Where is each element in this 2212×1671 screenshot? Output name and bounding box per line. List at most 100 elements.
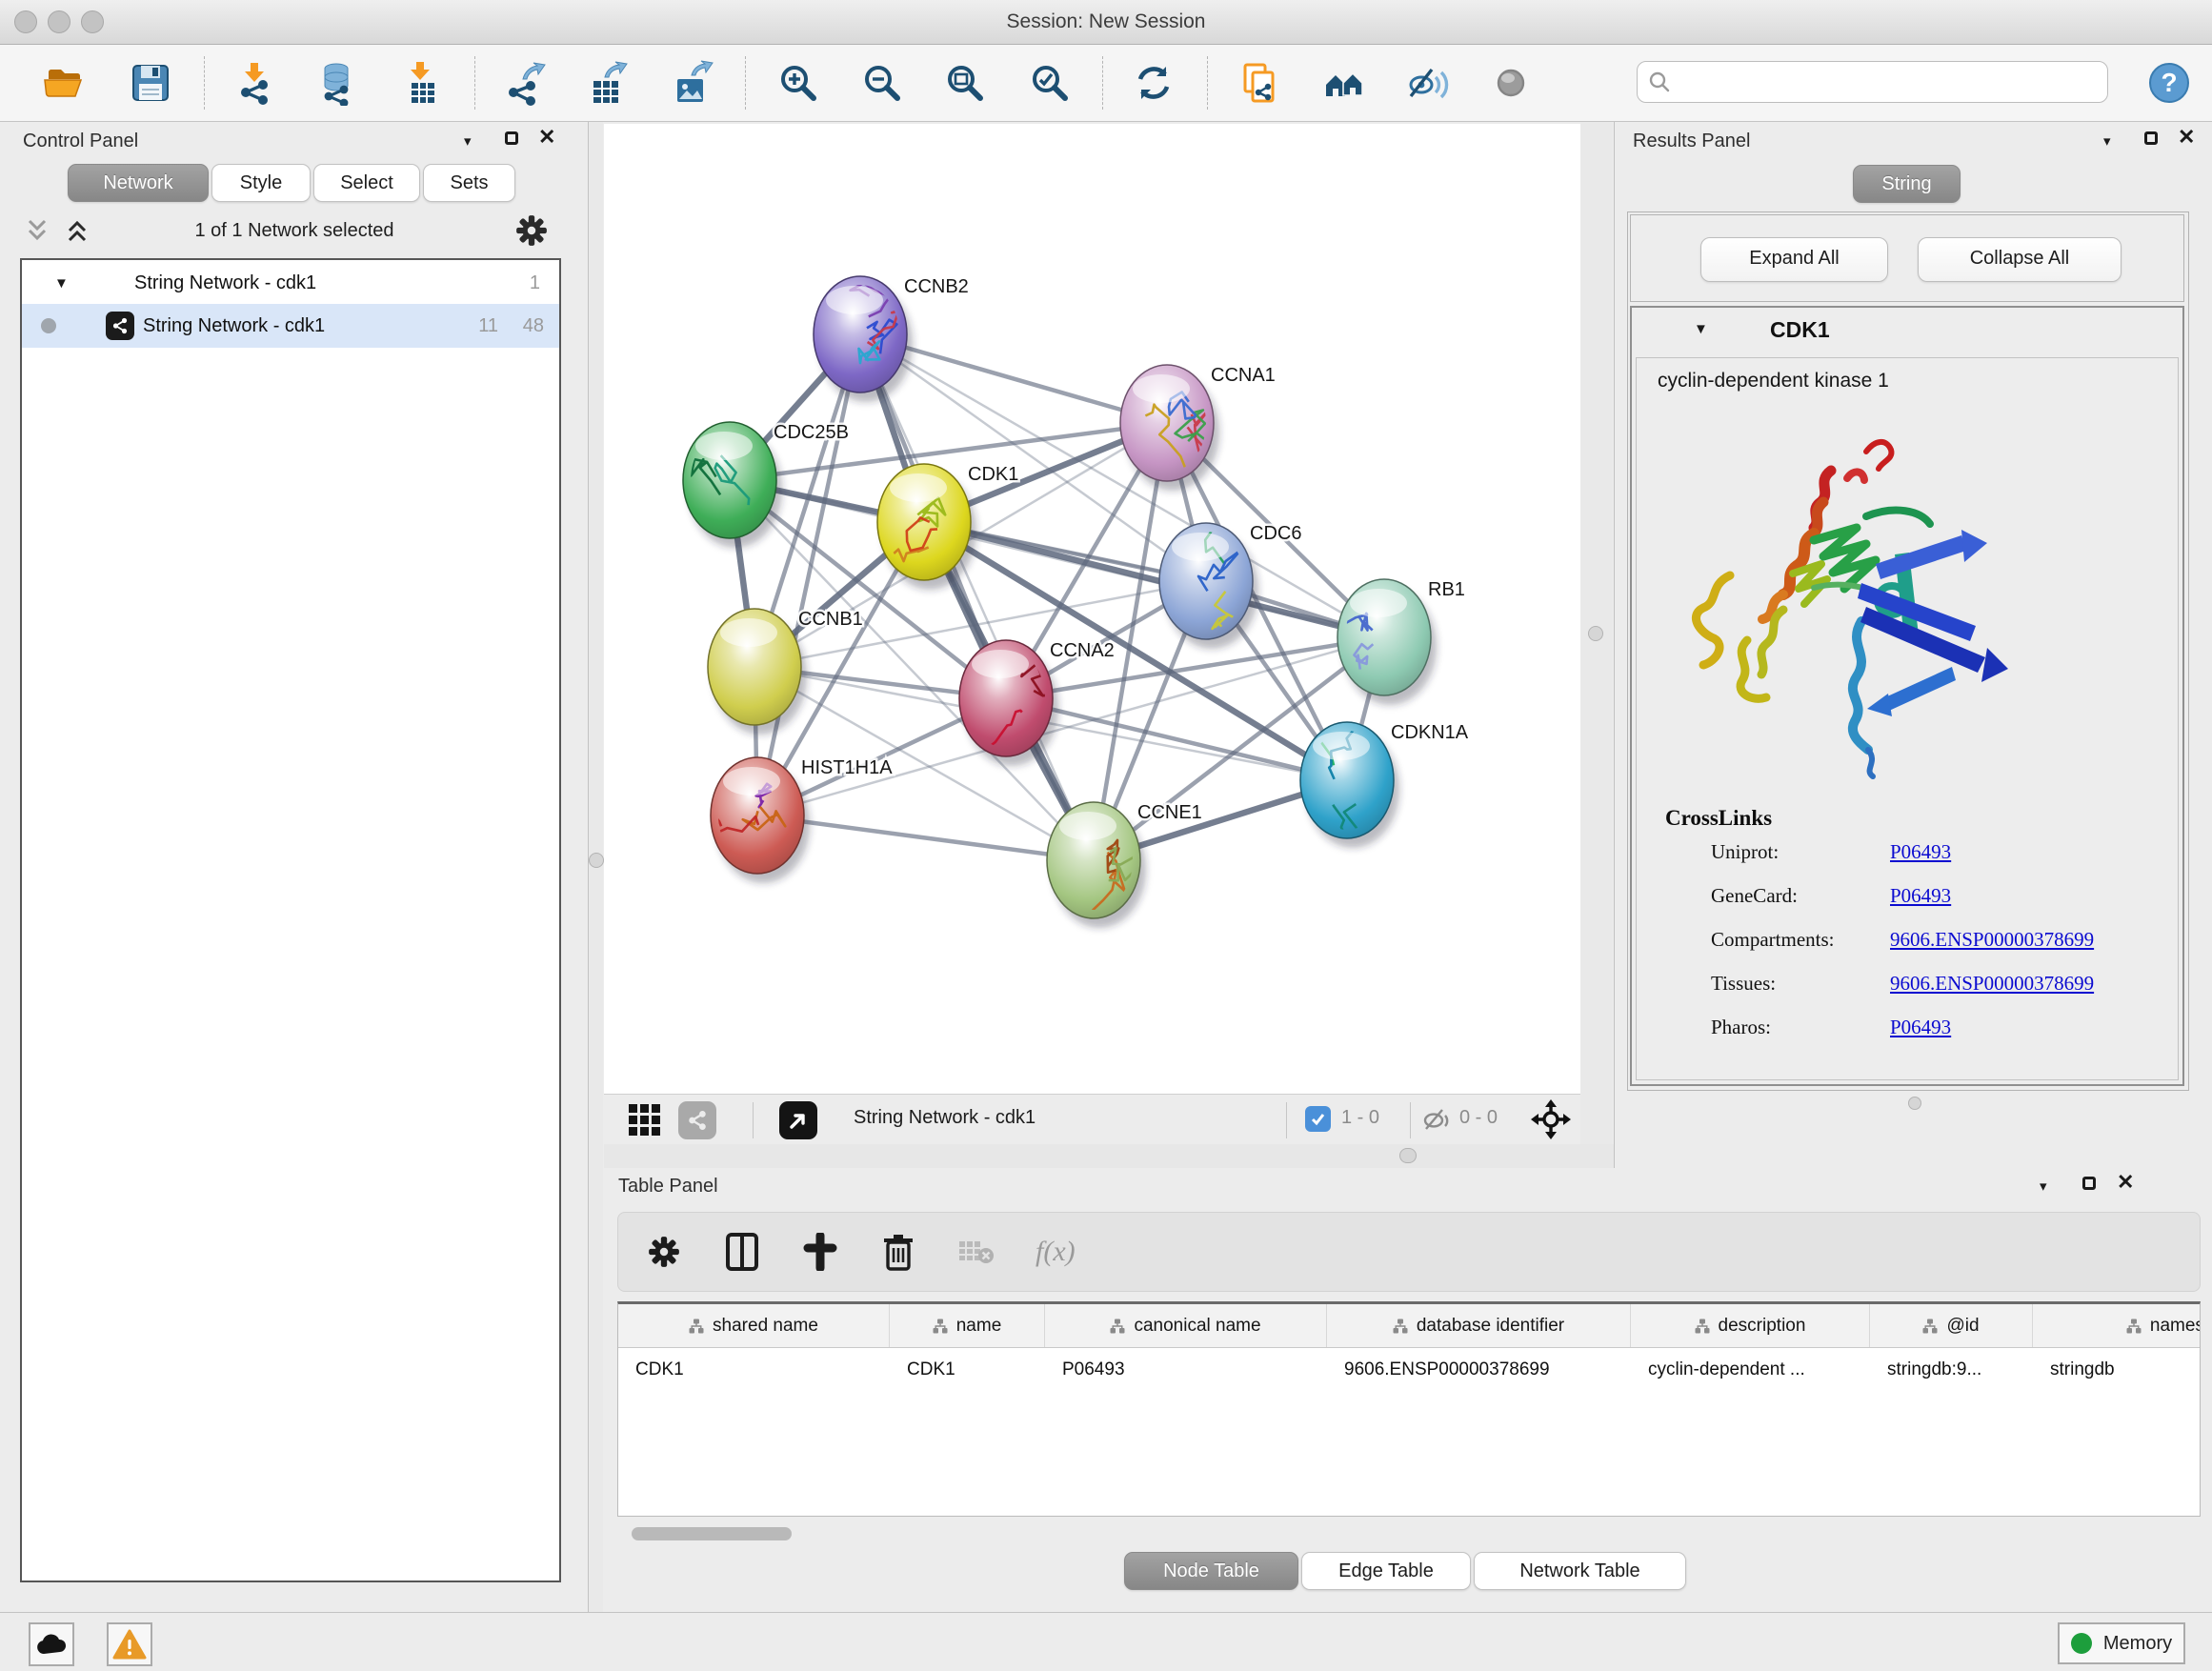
import-table-button[interactable]	[398, 58, 448, 108]
splitter-grip[interactable]	[1399, 1148, 1417, 1163]
panel-menu-icon[interactable]: ▾	[2040, 1178, 2047, 1195]
hidden-items-icon[interactable]	[1421, 1105, 1452, 1138]
edge-CCNB2-CCNE1[interactable]	[860, 334, 1094, 860]
hide-graphics-button[interactable]	[1486, 58, 1536, 108]
tab-select[interactable]: Select	[313, 164, 420, 202]
float-panel-icon[interactable]	[2082, 1177, 2096, 1190]
splitter-grip[interactable]	[1588, 626, 1603, 641]
crosslink-link[interactable]: P06493	[1890, 884, 1951, 908]
clone-network-button[interactable]	[1235, 58, 1284, 108]
export-table-button[interactable]	[582, 58, 632, 108]
title-bar: Session: New Session	[0, 0, 2212, 45]
eye-waves-icon	[1405, 60, 1451, 106]
cloud-status-button[interactable]	[29, 1622, 74, 1666]
column-header-namespace[interactable]: namespace	[2033, 1304, 2201, 1347]
network-view-canvas[interactable]: CCNB2CCNA1CDC25BCDK1CDC6RB1CCNB1CCNA2CDK…	[604, 124, 1580, 1094]
tab-network-table[interactable]: Network Table	[1474, 1552, 1686, 1590]
tab-sets[interactable]: Sets	[423, 164, 515, 202]
column-header-id[interactable]: @id	[1870, 1304, 2033, 1347]
show-columns-icon[interactable]	[723, 1233, 761, 1271]
zoom-selected-button[interactable]	[1025, 58, 1075, 108]
string-network-graph[interactable]: CCNB2CCNA1CDC25BCDK1CDC6RB1CCNB1CCNA2CDK…	[604, 124, 1580, 1094]
import-network-file-button[interactable]	[232, 58, 282, 108]
panel-menu-icon[interactable]: ▾	[2103, 132, 2111, 150]
column-header-shared-name[interactable]: shared name	[618, 1304, 890, 1347]
search-field[interactable]	[1637, 61, 2108, 103]
column-header-description[interactable]: description	[1631, 1304, 1870, 1347]
open-in-window-icon[interactable]	[779, 1101, 817, 1139]
zoom-out-button[interactable]	[857, 58, 907, 108]
float-panel-icon[interactable]	[2144, 131, 2158, 145]
collapse-all-button[interactable]: Collapse All	[1918, 237, 2122, 282]
edge-CCNB2-HIST1H1A[interactable]	[757, 334, 860, 815]
collapse-section-icon[interactable]: ▼	[1694, 321, 1708, 337]
search-icon	[1647, 70, 1672, 94]
tab-network[interactable]: Network	[68, 164, 209, 202]
column-header-database-identifier[interactable]: database identifier	[1327, 1304, 1631, 1347]
node-CDKN1A[interactable]	[1285, 718, 1399, 849]
collection-expand-icon[interactable]: ▼	[54, 275, 69, 292]
add-column-icon[interactable]	[801, 1233, 839, 1271]
memory-button[interactable]: Memory	[2058, 1622, 2185, 1664]
splitter-grip[interactable]	[589, 853, 604, 868]
close-panel-icon[interactable]: ✕	[2178, 128, 2195, 147]
first-neighbors-button[interactable]	[1319, 58, 1369, 108]
export-image-button[interactable]	[667, 58, 716, 108]
function-builder-button[interactable]: f(x)	[1036, 1233, 1076, 1271]
node-CDK1[interactable]	[871, 464, 977, 590]
table-settings-gear-icon[interactable]	[645, 1233, 683, 1271]
node-RB1[interactable]	[1337, 579, 1437, 705]
hidden-node-edge-counts: 0 - 0	[1459, 1107, 1498, 1129]
node-CCNA2[interactable]	[953, 640, 1058, 768]
show-graphics-details-button[interactable]	[1403, 58, 1453, 108]
scrollbar-thumb[interactable]	[632, 1527, 792, 1540]
import-network-database-button[interactable]	[313, 58, 363, 108]
crosslink-link[interactable]: P06493	[1890, 840, 1951, 864]
string-tab-icon[interactable]	[678, 1101, 716, 1139]
tab-edge-table[interactable]: Edge Table	[1301, 1552, 1471, 1590]
selected-node-edge-counts: 1 - 0	[1341, 1107, 1379, 1129]
float-panel-icon[interactable]	[505, 131, 518, 145]
results-resize-grip[interactable]	[1908, 1097, 1921, 1110]
close-panel-icon[interactable]: ✕	[538, 128, 555, 147]
pan-crosshair-icon[interactable]	[1530, 1098, 1572, 1145]
node-CCNB2[interactable]	[814, 276, 913, 402]
crosslink-label: Uniprot:	[1711, 840, 1779, 864]
table-horizontal-scrollbar[interactable]	[617, 1526, 2201, 1541]
save-session-button[interactable]	[126, 58, 175, 108]
clear-table-icon[interactable]	[957, 1233, 995, 1271]
expand-all-button[interactable]: Expand All	[1700, 237, 1888, 282]
open-session-button[interactable]	[40, 58, 90, 108]
export-network-button[interactable]	[500, 58, 550, 108]
tab-string[interactable]: String	[1853, 165, 1961, 203]
network-options-gear-icon[interactable]	[514, 213, 549, 248]
network-collection-row[interactable]: ▼ String Network - cdk1 1	[22, 262, 559, 304]
zoom-fit-button[interactable]	[940, 58, 990, 108]
table-row[interactable]: CDK1CDK1P064939606.ENSP00000378699cyclin…	[618, 1348, 2200, 1391]
crosslink-row: Pharos:P06493	[1637, 1016, 2178, 1059]
help-button[interactable]: ?	[2144, 58, 2194, 108]
birdseye-grid-icon[interactable]	[627, 1102, 663, 1143]
warnings-button[interactable]	[107, 1622, 152, 1666]
tab-node-table[interactable]: Node Table	[1124, 1552, 1298, 1590]
search-input[interactable]	[1678, 70, 2107, 94]
crosslink-link[interactable]: 9606.ENSP00000378699	[1890, 928, 2094, 952]
left-splitter[interactable]	[589, 122, 603, 1612]
tab-style[interactable]: Style	[211, 164, 311, 202]
node-CCNE1[interactable]	[1047, 802, 1146, 928]
crosslink-link[interactable]: 9606.ENSP00000378699	[1890, 972, 2094, 996]
node-CCNA1[interactable]	[1120, 365, 1219, 491]
network-item-row[interactable]: String Network - cdk1 11 48	[22, 304, 559, 348]
panel-menu-icon[interactable]: ▾	[464, 132, 472, 150]
selected-items-checkbox[interactable]	[1305, 1106, 1331, 1132]
delete-column-trash-icon[interactable]	[879, 1233, 917, 1271]
column-header-canonical-name[interactable]: canonical name	[1045, 1304, 1327, 1347]
refresh-view-button[interactable]	[1129, 58, 1178, 108]
zoom-in-button[interactable]	[774, 58, 823, 108]
node-CCNB1[interactable]	[708, 609, 807, 735]
crosslink-link[interactable]: P06493	[1890, 1016, 1951, 1039]
close-panel-icon[interactable]: ✕	[2117, 1173, 2134, 1192]
column-header-name[interactable]: name	[890, 1304, 1045, 1347]
edge-CDK1-RB1[interactable]	[924, 522, 1384, 637]
node-HIST1H1A[interactable]	[710, 757, 811, 883]
